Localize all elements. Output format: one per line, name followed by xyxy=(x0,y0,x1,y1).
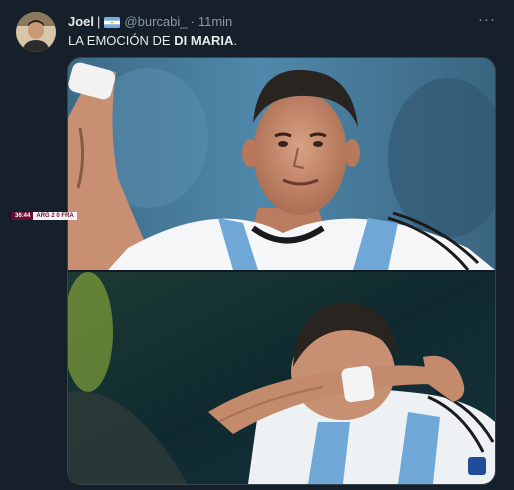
scoreboard-body: ARG 2 0 FRA xyxy=(33,212,77,220)
avatar-image xyxy=(16,12,56,52)
home-team: ARG xyxy=(36,213,50,219)
photo-top-image xyxy=(68,58,495,270)
tweet-text-end: . xyxy=(233,33,238,48)
author-name[interactable]: Joel xyxy=(68,14,94,29)
more-icon[interactable]: ··· xyxy=(478,11,496,28)
header-dot: · xyxy=(190,13,195,29)
tweet-text-bold: DI MARIA xyxy=(174,33,234,48)
tweet-text-normal: LA EMOCIÓN DE xyxy=(68,33,175,48)
name-separator: | xyxy=(97,13,101,29)
tweet-media[interactable] xyxy=(67,57,496,485)
tweet-text: LA EMOCIÓN DE DI MARIA. xyxy=(68,33,237,48)
home-score: 2 xyxy=(51,213,55,219)
media-photo-top[interactable] xyxy=(68,58,495,270)
match-clock: 36:44 xyxy=(12,212,34,220)
scoreboard-overlay: 36:44 ARG 2 0 FRA xyxy=(12,212,77,220)
tweet-timestamp[interactable]: 11min xyxy=(198,14,232,29)
tweet-header: Joel | @burcabi_ · 11min xyxy=(68,12,232,30)
away-score: 0 xyxy=(56,213,60,219)
avatar[interactable] xyxy=(16,12,56,52)
photo-bottom-image xyxy=(68,272,495,484)
away-team: FRA xyxy=(61,213,74,219)
author-handle[interactable]: @burcabi_ xyxy=(124,14,187,29)
media-photo-bottom[interactable] xyxy=(68,272,495,484)
tweet[interactable]: Joel | @burcabi_ · 11min ··· LA EMOCIÓN … xyxy=(0,0,514,490)
argentina-flag-icon xyxy=(104,16,121,28)
